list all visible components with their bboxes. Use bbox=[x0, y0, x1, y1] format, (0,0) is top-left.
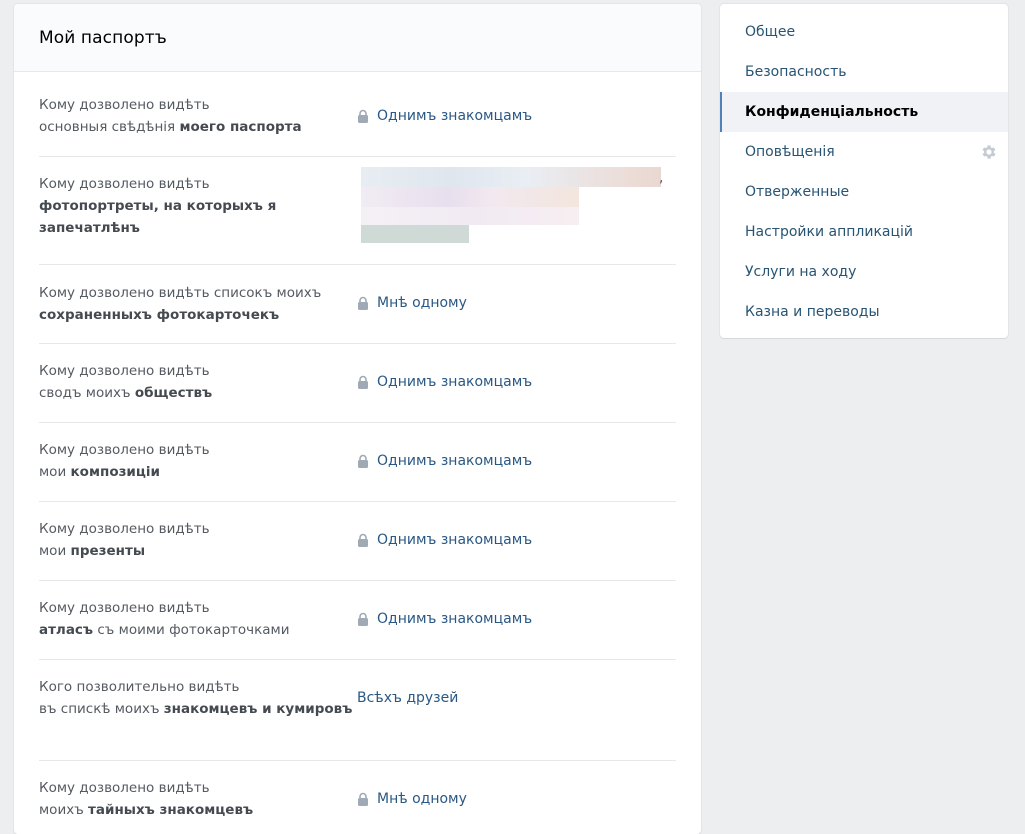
setting-label: Кому дозволено видѣть сводъ моихъ общест… bbox=[39, 363, 213, 401]
setting-value-dropdown[interactable]: Однимъ знакомцамъ bbox=[357, 439, 676, 501]
lock-icon bbox=[357, 612, 369, 626]
setting-row-hidden-friends: Кому дозволено видѣть моихъ тайныхъ знак… bbox=[39, 761, 676, 834]
setting-label: Кому дозволено видѣть мои презенты bbox=[39, 521, 210, 559]
setting-row-photos-tagged: Кому дозволено видѣть фотопортреты, на к… bbox=[39, 157, 676, 265]
setting-row-map: Кому дозволено видѣть атласъ съ моими фо… bbox=[39, 581, 676, 660]
setting-row-groups: Кому дозволено видѣть сводъ моихъ общест… bbox=[39, 344, 676, 423]
setting-value-blurred[interactable]: , bbox=[357, 167, 676, 264]
lock-icon bbox=[357, 296, 369, 310]
setting-label: Кому дозволено видѣть списокъ моихъ сохр… bbox=[39, 285, 322, 323]
lock-icon bbox=[357, 375, 369, 389]
setting-value-dropdown[interactable]: Однимъ знакомцамъ bbox=[357, 94, 676, 156]
setting-value-dropdown[interactable]: Всѣхъ друзей bbox=[357, 676, 676, 760]
setting-row-friends-list: Кого позволительно видѣть въ спискѣ моих… bbox=[39, 660, 676, 761]
blurred-user-list: , bbox=[343, 167, 663, 247]
settings-list: Кому дозволено видѣть основныя свѣдѣнія … bbox=[14, 72, 701, 834]
menu-item-mobile-services[interactable]: Услуги на ходу bbox=[720, 252, 1008, 292]
setting-label: Кому дозволено видѣть атласъ съ моими фо… bbox=[39, 600, 290, 638]
menu-item-notifications[interactable]: Оповѣщенія bbox=[720, 132, 1008, 172]
lock-icon bbox=[357, 792, 369, 806]
card-header: Мой паспортъ bbox=[14, 4, 701, 72]
setting-label: Кого позволительно видѣть въ спискѣ моих… bbox=[39, 679, 353, 717]
setting-row-audio: Кому дозволено видѣть мои композиціи Одн… bbox=[39, 423, 676, 502]
setting-label: Кому дозволено видѣть основныя свѣдѣнія … bbox=[39, 97, 302, 135]
menu-item-general[interactable]: Общее bbox=[720, 12, 1008, 52]
page-title: Мой паспортъ bbox=[39, 27, 167, 48]
setting-value-dropdown[interactable]: Однимъ знакомцамъ bbox=[357, 597, 676, 659]
settings-menu: Общее Безопасность Конфиденціальность Оп… bbox=[720, 4, 1008, 338]
setting-value-dropdown[interactable]: Однимъ знакомцамъ bbox=[357, 518, 676, 580]
menu-item-payments[interactable]: Казна и переводы bbox=[720, 292, 1008, 332]
setting-value-dropdown[interactable]: Однимъ знакомцамъ bbox=[357, 360, 676, 422]
setting-label: Кому дозволено видѣть моихъ тайныхъ знак… bbox=[39, 780, 254, 818]
setting-row-basic-info: Кому дозволено видѣть основныя свѣдѣнія … bbox=[39, 72, 676, 157]
lock-icon bbox=[357, 454, 369, 468]
menu-item-blacklist[interactable]: Отверженные bbox=[720, 172, 1008, 212]
setting-label: Кому дозволено видѣть мои композиціи bbox=[39, 442, 210, 480]
setting-row-saved-photos: Кому дозволено видѣть списокъ моихъ сохр… bbox=[39, 265, 676, 344]
setting-row-gifts: Кому дозволено видѣть мои презенты Одним… bbox=[39, 502, 676, 581]
setting-value-dropdown[interactable]: Мнѣ одному bbox=[357, 282, 676, 343]
lock-icon bbox=[357, 533, 369, 547]
gear-icon[interactable] bbox=[980, 143, 998, 161]
menu-item-security[interactable]: Безопасность bbox=[720, 52, 1008, 92]
lock-icon bbox=[357, 109, 369, 123]
menu-item-app-settings[interactable]: Настройки аппликацій bbox=[720, 212, 1008, 252]
setting-label: Кому дозволено видѣть фотопортреты, на к… bbox=[39, 176, 277, 236]
privacy-card: Мой паспортъ Кому дозволено видѣть основ… bbox=[14, 4, 701, 834]
setting-value-dropdown[interactable]: Мнѣ одному bbox=[357, 777, 676, 834]
menu-item-privacy[interactable]: Конфиденціальность bbox=[720, 92, 1008, 132]
